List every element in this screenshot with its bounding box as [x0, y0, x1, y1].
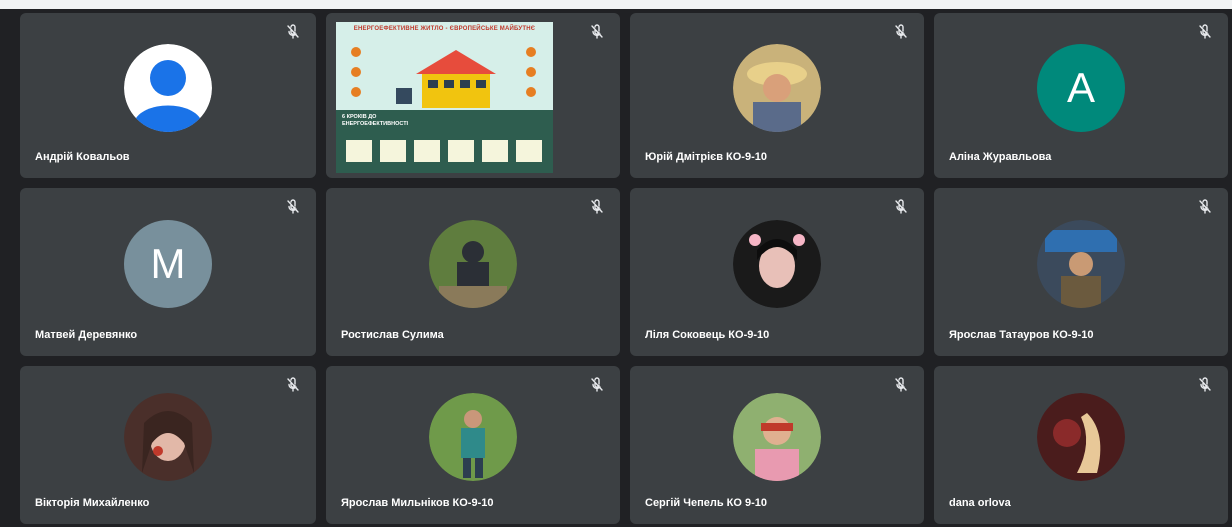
mic-off-icon: [284, 198, 302, 216]
participant-name: Андрій Ковальов: [35, 151, 130, 163]
presentation-slide: ЕНЕРГОЕФЕКТИВНЕ ЖИТЛО - ЄВРОПЕЙСЬКЕ МАЙБ…: [336, 22, 553, 173]
mic-off-icon: [892, 198, 910, 216]
mic-off-icon: [284, 376, 302, 394]
participant-tile[interactable]: dana orlova: [934, 366, 1228, 524]
mic-off-icon: [284, 23, 302, 41]
participant-tile[interactable]: Ярослав Татауров КО-9-10: [934, 188, 1228, 356]
participant-name: Юрій Дмітрієв КО-9-10: [645, 151, 767, 163]
participant-tile[interactable]: Сергій Чепель КО 9-10: [630, 366, 924, 524]
mic-off-icon: [892, 376, 910, 394]
participant-name: Ярослав Мильніков КО-9-10: [341, 497, 494, 509]
profile-photo: [429, 220, 517, 308]
browser-top-strip: [0, 0, 1232, 9]
letter-avatar: A: [1037, 43, 1125, 132]
mic-off-icon: [588, 198, 606, 216]
participant-name: dana orlova: [949, 497, 1011, 509]
participant-name: Матвей Деревянко: [35, 329, 138, 341]
profile-photo: [733, 220, 821, 308]
mic-off-icon: [1196, 376, 1214, 394]
default-avatar: [124, 43, 212, 132]
participant-name: Сергій Чепель КО 9-10: [645, 497, 767, 509]
profile-photo: [1037, 393, 1125, 481]
profile-photo: [733, 43, 821, 132]
participant-name: Ярослав Татауров КО-9-10: [949, 329, 1094, 341]
mic-off-icon: [588, 376, 606, 394]
mic-off-icon: [588, 23, 606, 41]
participant-tile[interactable]: A Аліна Журавльова: [934, 13, 1228, 178]
participant-tile[interactable]: Андрій Ковальов: [20, 13, 316, 178]
participant-tile[interactable]: M Матвей Деревянко: [20, 188, 316, 356]
mic-off-icon: [892, 23, 910, 41]
participant-tile[interactable]: Ростислав Сулима: [326, 188, 620, 356]
profile-photo: [429, 393, 517, 481]
participant-name: Ростислав Сулима: [341, 329, 444, 341]
participant-name: Ліля Соковець КО-9-10: [645, 329, 770, 341]
participant-tile[interactable]: Вікторія Михайленко: [20, 366, 316, 524]
participant-tile[interactable]: Ліля Соковець КО-9-10: [630, 188, 924, 356]
participant-name: Вікторія Михайленко: [35, 497, 150, 509]
letter-avatar: M: [124, 220, 212, 308]
participant-name: Аліна Журавльова: [949, 151, 1052, 163]
participant-grid: Андрій Ковальов ЕНЕРГОЕФЕКТИВНЕ ЖИТЛО - …: [20, 13, 1228, 524]
profile-photo: [733, 393, 821, 481]
mic-off-icon: [1196, 23, 1214, 41]
slide-title: ЕНЕРГОЕФЕКТИВНЕ ЖИТЛО - ЄВРОПЕЙСЬКЕ МАЙБ…: [353, 26, 536, 32]
slide-subtitle: 6 КРОКІВ ДО ЕНЕРГОЕФЕКТИВНОСТІ: [342, 114, 409, 127]
participant-tile[interactable]: Юрій Дмітрієв КО-9-10: [630, 13, 924, 178]
participant-tile[interactable]: Ярослав Мильніков КО-9-10: [326, 366, 620, 524]
mic-off-icon: [1196, 198, 1214, 216]
profile-photo: [124, 393, 212, 481]
presentation-tile[interactable]: ЕНЕРГОЕФЕКТИВНЕ ЖИТЛО - ЄВРОПЕЙСЬКЕ МАЙБ…: [326, 13, 620, 178]
profile-photo: [1037, 220, 1125, 308]
